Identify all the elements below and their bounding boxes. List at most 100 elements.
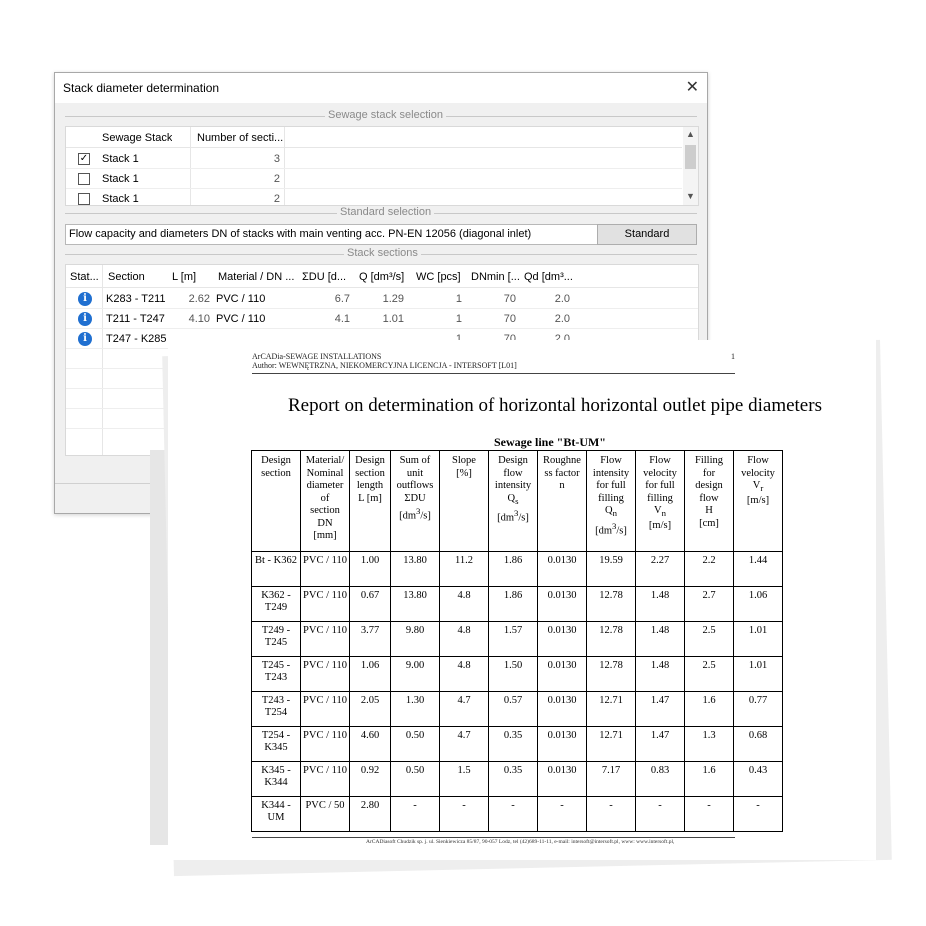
report-title: Report on determination of horizontal ho… — [288, 395, 822, 416]
section-qd: 2.0 — [554, 293, 570, 305]
report-cell: 0.0130 — [537, 691, 587, 727]
stack-grid[interactable]: Sewage Stack Number of secti... ✓ Stack … — [65, 126, 699, 206]
header-rule — [252, 373, 735, 374]
report-row: K362 - T249 PVC / 110 0.67 13.80 4.8 1.86 0.01… — [251, 586, 783, 622]
stack-checkbox[interactable] — [78, 173, 90, 185]
stack-name: Stack 1 — [102, 153, 139, 165]
info-icon: i — [78, 332, 92, 346]
report-cell: 2.2 — [684, 551, 734, 587]
stack-name: Stack 1 — [102, 193, 139, 205]
report-cell: - — [733, 796, 783, 832]
column-header: Number of secti... — [197, 132, 284, 144]
section-q: 1.29 — [382, 293, 404, 305]
report-cell: 0.0130 — [537, 551, 587, 587]
report-cell: 0.57 — [488, 691, 538, 727]
column-header: Q [dm³/s] — [359, 271, 405, 283]
scroll-thumb[interactable] — [685, 145, 696, 169]
section-length: 4.10 — [188, 313, 210, 325]
standard-button[interactable]: Standard — [597, 224, 697, 245]
report-cell: 1.6 — [684, 691, 734, 727]
column-header: Material / DN ... — [218, 271, 295, 283]
report-page: ArCADia-SEWAGE INSTALLATIONS Author: WEW… — [168, 340, 876, 860]
section-q: 1.01 — [382, 313, 404, 325]
column-header: WC [pcs] — [416, 271, 461, 283]
report-cell: 1.44 — [733, 551, 783, 587]
report-cell: PVC / 110 — [300, 691, 350, 727]
report-cell: 2.7 — [684, 586, 734, 622]
report-column-header: Slope [%] — [439, 450, 489, 552]
report-cell: 3.77 — [349, 621, 391, 657]
dialog-titlebar: Stack diameter determination ✕ — [55, 73, 707, 103]
report-cell: 1.48 — [635, 586, 685, 622]
section-sdu: 6.7 — [334, 293, 350, 305]
report-cell: 1.30 — [390, 691, 440, 727]
report-column-header: Design section — [251, 450, 301, 552]
report-cell: 0.92 — [349, 761, 391, 797]
report-cell: 4.60 — [349, 726, 391, 762]
scroll-down-icon[interactable]: ▼ — [683, 191, 698, 201]
report-cell: 1.86 — [488, 551, 538, 587]
report-table-body: Bt - K362 PVC / 110 1.00 13.80 11.2 1.86 0.013… — [251, 551, 783, 832]
report-cell: 13.80 — [390, 586, 440, 622]
column-header: ΣDU [d... — [302, 271, 347, 283]
report-column-header: Flow velocity Vr [m/s] — [733, 450, 783, 552]
close-icon[interactable]: ✕ — [686, 77, 699, 97]
report-row: Bt - K362 PVC / 110 1.00 13.80 11.2 1.86 0.013… — [251, 551, 783, 587]
report-cell: 0.35 — [488, 726, 538, 762]
report-column-header: Filling for design flow H [cm] — [684, 450, 734, 552]
report-cell: 4.7 — [439, 691, 489, 727]
report-cell: 1.01 — [733, 621, 783, 657]
report-cell: 19.59 — [586, 551, 636, 587]
report-table: Design section Material/Nominal diameter of… — [251, 450, 783, 832]
report-cell: 0.50 — [390, 761, 440, 797]
report-cell: 0.50 — [390, 726, 440, 762]
standard-select[interactable]: Flow capacity and diameters DN of stacks… — [65, 224, 645, 245]
report-cell: PVC / 110 — [300, 761, 350, 797]
report-cell: 1.57 — [488, 621, 538, 657]
report-cell: 9.00 — [390, 656, 440, 692]
scroll-up-icon[interactable]: ▲ — [683, 129, 698, 139]
stack-count: 2 — [273, 173, 280, 185]
report-cell: 12.71 — [586, 726, 636, 762]
report-cell: PVC / 110 — [300, 656, 350, 692]
report-cell: 4.7 — [439, 726, 489, 762]
report-cell: 0.43 — [733, 761, 783, 797]
report-cell: K344 - UM — [251, 796, 301, 832]
report-cell: Bt - K362 — [251, 551, 301, 587]
report-cell: 0.68 — [733, 726, 783, 762]
report-cell: 0.77 — [733, 691, 783, 727]
vertical-scrollbar[interactable]: ▲ ▼ — [683, 127, 698, 205]
report-cell: 1.47 — [635, 726, 685, 762]
stack-count: 2 — [273, 193, 280, 205]
report-column-header: Sum of unit outflows ΣDU [dm3/s] — [390, 450, 440, 552]
report-cell: - — [488, 796, 538, 832]
report-cell: 4.8 — [439, 586, 489, 622]
report-cell: 1.06 — [349, 656, 391, 692]
sewage-selection-label: Sewage stack selection — [325, 109, 446, 121]
report-cell: 13.80 — [390, 551, 440, 587]
section-qd: 2.0 — [554, 313, 570, 325]
report-author: Author: WEWNĘTRZNA, NIEKOMERCYJNA LICENC… — [252, 361, 517, 370]
report-cell: K345 - K344 — [251, 761, 301, 797]
report-column-header: Design section length L [m] — [349, 450, 391, 552]
stack-checkbox[interactable]: ✓ — [78, 153, 90, 165]
section-name: K283 - T211 — [106, 293, 166, 305]
report-cell: 2.27 — [635, 551, 685, 587]
section-name: T211 - T247 — [106, 313, 165, 325]
report-cell: 2.05 — [349, 691, 391, 727]
report-cell: 0.0130 — [537, 761, 587, 797]
report-cell: 0.0130 — [537, 586, 587, 622]
standard-select-value: Flow capacity and diameters DN of stacks… — [69, 228, 532, 240]
stack-checkbox[interactable] — [78, 193, 90, 205]
report-cell: PVC / 110 — [300, 621, 350, 657]
report-cell: 1.48 — [635, 621, 685, 657]
report-cell: 9.80 — [390, 621, 440, 657]
report-company: ArCADia-SEWAGE INSTALLATIONS — [252, 352, 382, 361]
report-row: K344 - UM PVC / 50 2.80- - - - - - - - — [251, 796, 783, 832]
report-cell: 1.00 — [349, 551, 391, 587]
report-column-header: Roughne ss factor n — [537, 450, 587, 552]
report-header-row: Design section Material/Nominal diameter of… — [251, 450, 783, 552]
report-cell: PVC / 110 — [300, 551, 350, 587]
report-cell: 1.50 — [488, 656, 538, 692]
section-wc: 1 — [455, 293, 462, 305]
